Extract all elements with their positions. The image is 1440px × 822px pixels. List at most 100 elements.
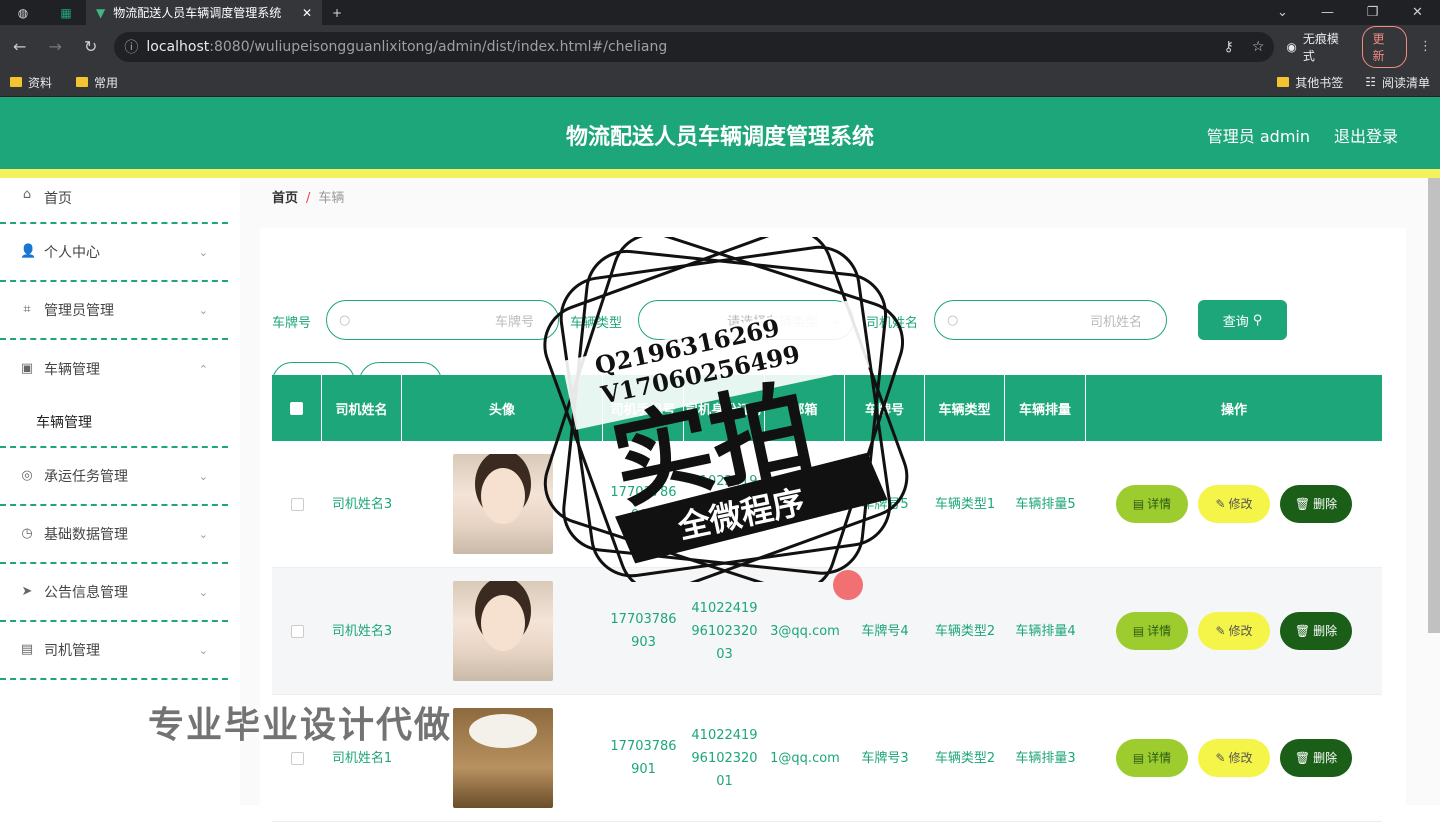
col-type: 车辆类型	[925, 375, 1005, 441]
minimize-icon[interactable]: —	[1305, 0, 1350, 25]
sidebar-item-basedata[interactable]: ◷ 基础数据管理 ⌄	[0, 506, 228, 564]
plate-cell: 车牌号5	[861, 496, 909, 512]
bookmark-folder[interactable]: 资料	[10, 74, 52, 91]
sidebar-item-home[interactable]: ⌂ 首页	[0, 178, 228, 224]
logout-link[interactable]: 退出登录	[1334, 123, 1398, 147]
star-icon[interactable]: ☆	[1252, 39, 1265, 55]
other-bookmarks[interactable]: 其他书签	[1277, 74, 1343, 91]
breadcrumb-home[interactable]: 首页	[272, 191, 298, 206]
sidebar-item-drivers[interactable]: ▤ 司机管理 ⌄	[0, 622, 228, 680]
breadcrumb-separator: /	[306, 191, 311, 206]
phone-cell: 17703786903	[610, 485, 677, 523]
app-tab-icon[interactable]: ▦	[46, 0, 86, 25]
sidebar-item-label: 车辆管理	[44, 362, 100, 378]
row-checkbox[interactable]	[290, 497, 304, 511]
globe-icon[interactable]: ◍	[0, 0, 46, 25]
crop-icon: ⌗	[23, 302, 31, 317]
edit-label: 修改	[1228, 750, 1253, 765]
document-icon: ▤	[20, 642, 34, 657]
reading-list[interactable]: ☷ 阅读清单	[1365, 74, 1430, 91]
driver-input[interactable]: ○ 司机姓名	[934, 300, 1167, 340]
plate-placeholder: 车牌号	[494, 314, 534, 330]
detail-label: 详情	[1147, 496, 1172, 511]
tab-search-icon[interactable]: ⌄	[1260, 0, 1305, 25]
scrollbar[interactable]	[1428, 178, 1440, 633]
row-checkbox[interactable]	[290, 624, 304, 638]
folder-icon	[10, 77, 22, 87]
sidebar-item-admins[interactable]: ⌗ 管理员管理 ⌄	[0, 282, 228, 340]
update-button[interactable]: 更新	[1361, 25, 1407, 68]
email-cell: 1@qq.com	[770, 750, 840, 766]
sidebar-item-profile[interactable]: 👤 个人中心 ⌄	[0, 224, 228, 282]
detail-button[interactable]: ▤ 详情	[1116, 612, 1188, 650]
info-icon[interactable]: ⓘ	[124, 37, 138, 57]
chevron-down-icon: ⌄	[198, 469, 208, 483]
address-bar[interactable]: ⓘ localhost:8080/wuliupeisongguanlixiton…	[114, 31, 1275, 62]
row-delete-button[interactable]: 🗑 删除	[1280, 739, 1352, 777]
row-delete-button[interactable]: 🗑 删除	[1280, 485, 1352, 523]
sidebar-item-notices[interactable]: ➤ 公告信息管理 ⌄	[0, 564, 228, 622]
key-icon[interactable]: ⚷	[1224, 39, 1234, 55]
plate-cell: 车牌号3	[861, 750, 909, 766]
app-header: 物流配送人员车辆调度管理系统 管理员 admin 退出登录	[0, 97, 1440, 169]
avatar-cell	[402, 568, 603, 694]
back-icon[interactable]: ←	[8, 37, 31, 56]
maximize-icon[interactable]: ❐	[1350, 0, 1395, 25]
bookmarks-bar: 资料 常用 其他书签 ☷ 阅读清单	[0, 68, 1440, 97]
edit-button[interactable]: ✎ 修改	[1198, 485, 1270, 523]
col-phone: 司机手机号	[603, 375, 684, 441]
detail-button[interactable]: ▤ 详情	[1116, 739, 1188, 777]
bookmark-label: 资料	[28, 75, 53, 90]
sidebar-item-label: 公告信息管理	[44, 585, 128, 601]
sidebar-subitem-vehicles[interactable]: 车辆管理	[0, 398, 228, 448]
incognito-indicator[interactable]: ◉ 无痕模式	[1286, 30, 1349, 64]
search-icon: ○	[339, 312, 351, 328]
close-tab-icon[interactable]: ✕	[302, 6, 312, 20]
row-select-cell	[272, 441, 322, 567]
chevron-down-icon: ⌄	[198, 643, 208, 657]
close-window-icon[interactable]: ✕	[1395, 0, 1440, 25]
edit-button[interactable]: ✎ 修改	[1198, 739, 1270, 777]
col-avatar: 头像	[402, 375, 603, 441]
type-select[interactable]: 请选择车辆类型 ⌄	[638, 300, 854, 340]
incognito-label: 无痕模式	[1302, 31, 1339, 63]
col-actions: 操作	[1220, 402, 1247, 418]
sidebar-item-label: 管理员管理	[44, 303, 114, 319]
select-all-checkbox[interactable]	[290, 401, 303, 415]
edit-button[interactable]: ✎ 修改	[1198, 612, 1270, 650]
compass-icon: ◷	[21, 526, 33, 541]
phone-cell: 17703786901	[610, 739, 677, 777]
idcard-cell: 410224199610232003	[691, 473, 758, 535]
bookmark-label: 阅读清单	[1381, 75, 1430, 90]
sidebar-item-label: 基础数据管理	[44, 527, 128, 543]
table-row: 司机姓名3 17703786903 410224199610232003 3@q…	[272, 441, 1382, 568]
breadcrumb: 首页 / 车辆	[272, 187, 344, 206]
query-button[interactable]: 查询 ⚲	[1198, 300, 1287, 340]
plate-label: 车牌号	[272, 316, 312, 331]
sidebar-item-vehicles[interactable]: ▣ 车辆管理 ⌃	[0, 340, 228, 398]
driver-label: 司机姓名	[866, 316, 919, 331]
bookmark-folder[interactable]: 常用	[76, 74, 118, 91]
detail-label: 详情	[1147, 750, 1172, 765]
idcard-cell: 410224199610232003	[691, 600, 758, 662]
sidebar-item-label: 首页	[44, 191, 72, 207]
forward-icon[interactable]: →	[43, 37, 66, 56]
col-driver-name: 司机姓名	[322, 375, 402, 441]
pencil-icon: ✎	[1215, 750, 1226, 765]
plate-input[interactable]: ○ 车牌号	[326, 300, 559, 340]
row-checkbox[interactable]	[290, 751, 304, 765]
active-tab[interactable]: ▼ 物流配送人员车辆调度管理系统 ✕	[86, 0, 322, 25]
new-tab-icon[interactable]: +	[322, 0, 352, 25]
row-delete-button[interactable]: 🗑 删除	[1280, 612, 1352, 650]
sidebar-item-tasks[interactable]: ◎ 承运任务管理 ⌄	[0, 448, 228, 506]
trash-icon: 🗑	[1294, 623, 1311, 638]
document-icon: ▤	[1132, 496, 1145, 511]
detail-button[interactable]: ▤ 详情	[1116, 485, 1188, 523]
header-divider	[0, 169, 1440, 178]
vue-icon: ▼	[96, 5, 106, 20]
menu-icon[interactable]: ⋮	[1419, 39, 1432, 54]
type-cell: 车辆类型1	[934, 496, 996, 512]
edit-label: 修改	[1228, 496, 1253, 511]
reload-icon[interactable]: ↻	[79, 37, 102, 56]
window-controls: ⌄ — ❐ ✕	[1260, 0, 1440, 25]
